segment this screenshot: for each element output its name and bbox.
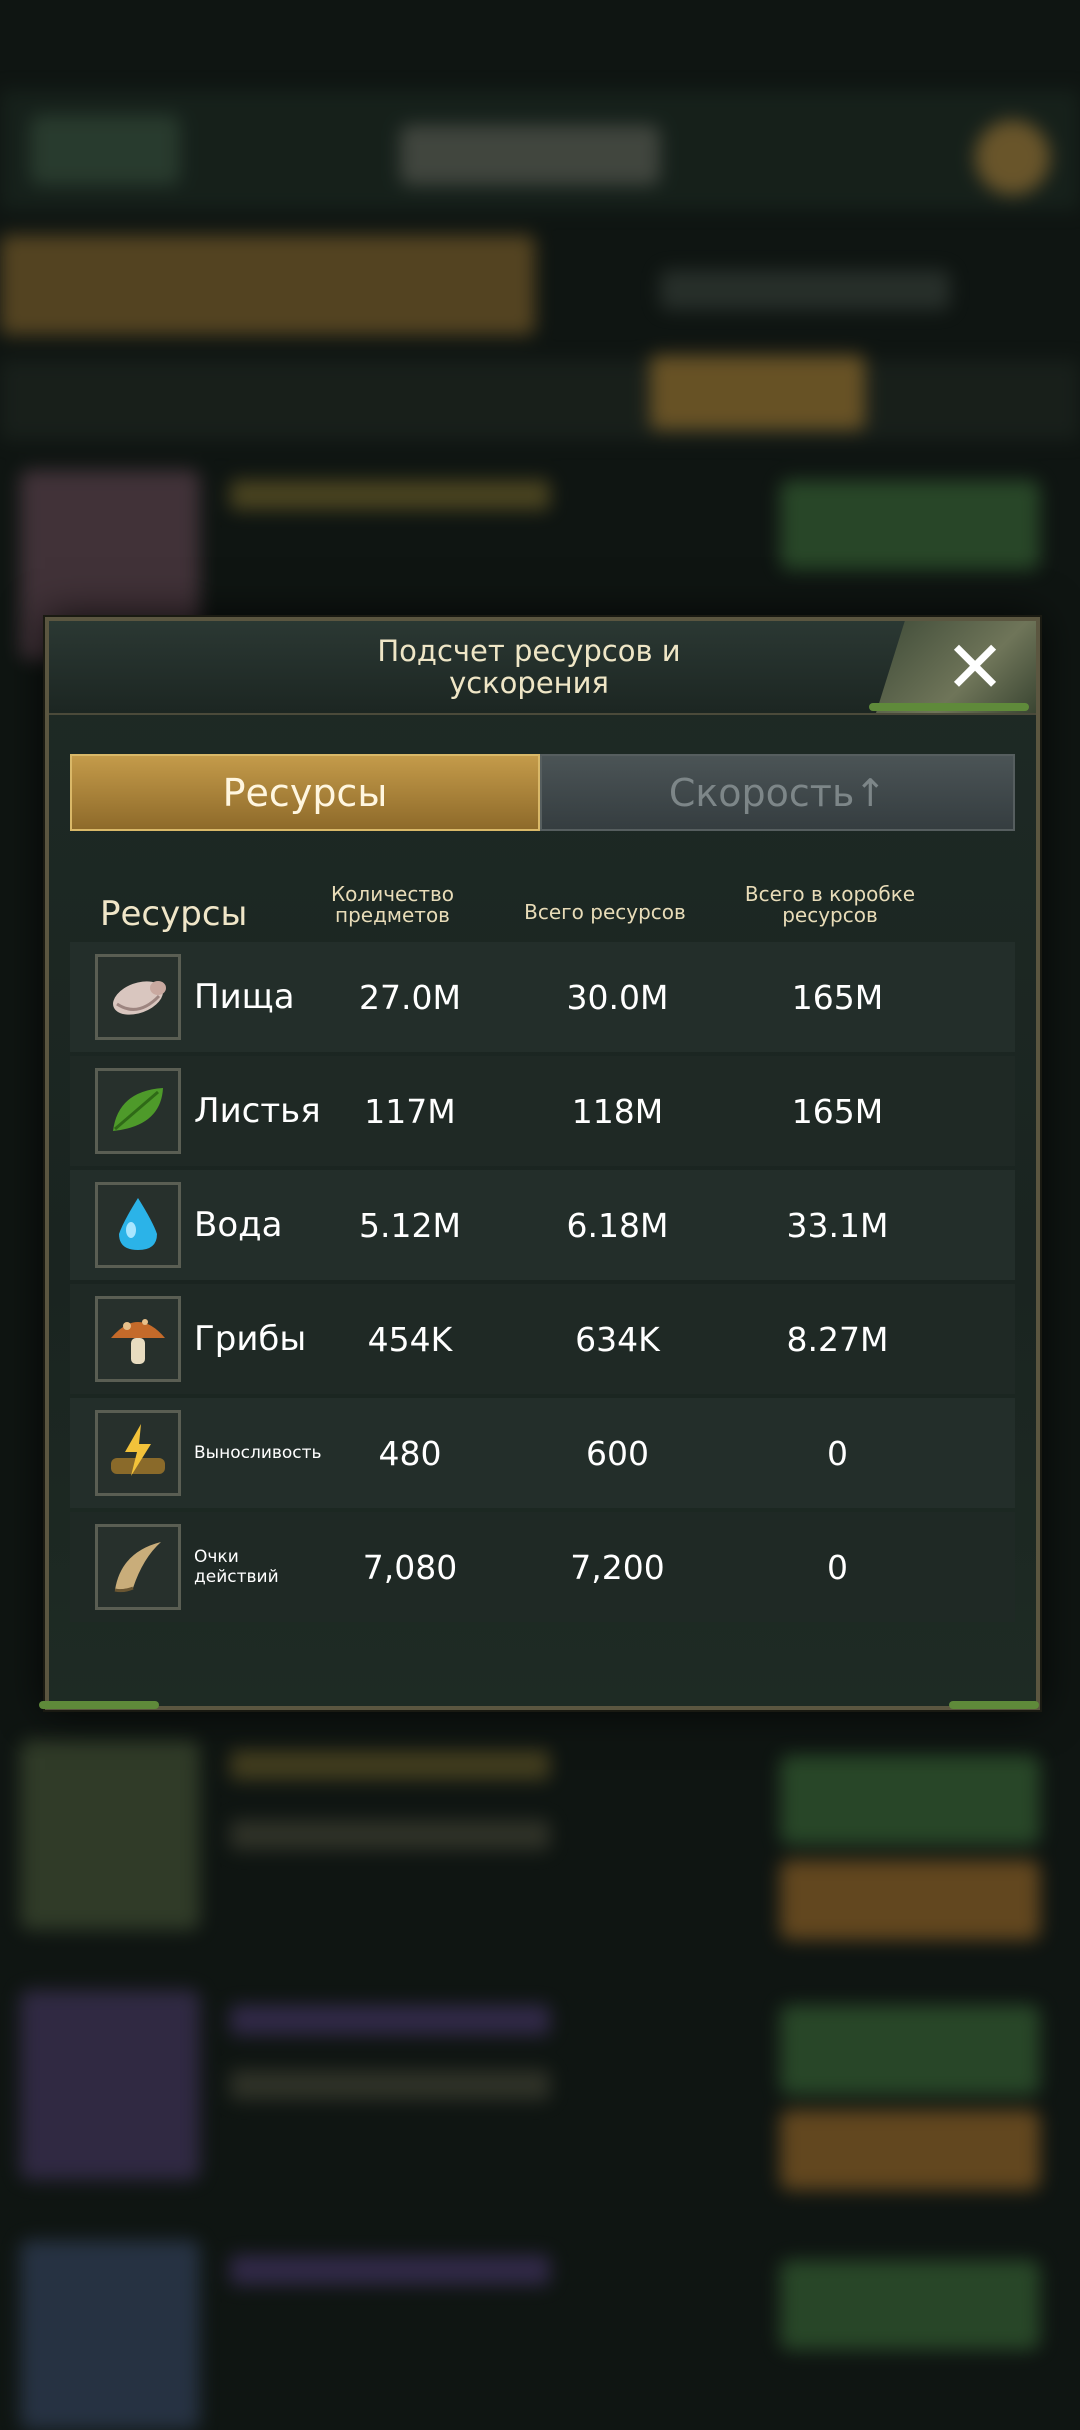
table-row: Листья 117M 118M 165M: [70, 1056, 1015, 1166]
vine-decoration: [39, 1701, 159, 1709]
table-row: Очки действий 7,080 7,200 0: [70, 1512, 1015, 1622]
resource-name: Грибы: [194, 1319, 307, 1359]
bg-card-title: [230, 480, 550, 510]
vine-decoration: [949, 1701, 1039, 1709]
bg-tab: [660, 270, 950, 310]
bg-green-button: [780, 480, 1040, 570]
resource-name: Очки действий: [194, 1547, 279, 1587]
box-value: 0: [827, 1547, 848, 1587]
close-button[interactable]: ✕: [876, 621, 1036, 713]
total-value: 634K: [575, 1319, 660, 1359]
dialog-header: Подсчет ресурсов и ускорения ✕: [49, 621, 1036, 715]
resource-name: Вода: [194, 1205, 283, 1245]
resource-count-dialog: Подсчет ресурсов и ускорения ✕ Ресурсы С…: [39, 617, 1040, 1710]
table-row: Вода 5.12M 6.18M 33.1M: [70, 1170, 1015, 1280]
header-resources: Ресурсы: [100, 894, 248, 934]
item-count: 117M: [364, 1091, 456, 1131]
header-total: Всего ресурсов: [524, 900, 686, 924]
bg-orange-button: [780, 2110, 1040, 2190]
item-count: 480: [378, 1433, 442, 1473]
horn-icon: [95, 1524, 181, 1610]
close-x-icon: ✕: [944, 625, 1006, 709]
bg-tab: [0, 235, 535, 335]
bg-card-title: [230, 2255, 550, 2285]
table-row: Пища 27.0M 30.0M 165M: [70, 942, 1015, 1052]
item-count: 454K: [367, 1319, 453, 1359]
bg-title: [400, 125, 660, 185]
bg-orange-button: [780, 1860, 1040, 1940]
total-value: 600: [586, 1433, 649, 1473]
bg-green-button: [780, 2260, 1040, 2350]
total-value: 6.18M: [566, 1205, 669, 1245]
tab-speed[interactable]: Скорость↑: [540, 754, 1015, 831]
table-row: Выносливость 480 600 0: [70, 1398, 1015, 1508]
bg-back-button: [30, 115, 180, 185]
resource-name: Листья: [194, 1091, 321, 1131]
water-drop-icon: [95, 1182, 181, 1268]
tab-resources[interactable]: Ресурсы: [70, 754, 540, 831]
box-value: 33.1M: [786, 1205, 889, 1245]
stamina-icon: [95, 1410, 181, 1496]
resource-table: Пища 27.0M 30.0M 165M Листья 117M 118M 1…: [70, 942, 1015, 1626]
resource-name: Выносливость: [194, 1443, 322, 1463]
vine-decoration: [869, 703, 1029, 711]
box-value: 165M: [791, 1091, 884, 1131]
bg-card-title: [230, 2005, 550, 2035]
mushroom-icon: [95, 1296, 181, 1382]
box-value: 165M: [791, 977, 884, 1017]
box-value: 8.27M: [786, 1319, 889, 1359]
bg-card-title: [230, 1750, 550, 1780]
total-value: 30.0M: [566, 977, 669, 1017]
box-value: 0: [827, 1433, 848, 1473]
bg-green-button: [780, 2005, 1040, 2095]
resource-name: Пища: [194, 977, 295, 1017]
table-row: Грибы 454K 634K 8.27M: [70, 1284, 1015, 1394]
bg-card-text: [230, 2070, 550, 2100]
bg-subtab-selected: [650, 355, 865, 430]
item-count: 7,080: [362, 1547, 458, 1587]
bg-coin-icon: [975, 120, 1050, 195]
header-in-box: Всего в коробке ресурсов: [744, 882, 916, 927]
header-item-count: Количество предметов: [330, 882, 454, 927]
tab-bar: Ресурсы Скорость↑: [70, 754, 1015, 831]
bg-card: [20, 1740, 200, 1930]
leaf-icon: [95, 1068, 181, 1154]
item-count: 27.0M: [359, 977, 461, 1017]
total-value: 118M: [571, 1091, 664, 1131]
grub-icon: [95, 954, 181, 1040]
bg-card: [20, 2240, 200, 2430]
total-value: 7,200: [570, 1547, 665, 1587]
item-count: 5.12M: [359, 1205, 461, 1245]
bg-card-text: [230, 1820, 550, 1850]
bg-subtabs: [0, 360, 1080, 440]
bg-card: [20, 1990, 200, 2180]
dialog-title: Подсчет ресурсов и ускорения: [377, 634, 681, 700]
bg-green-button: [780, 1755, 1040, 1845]
